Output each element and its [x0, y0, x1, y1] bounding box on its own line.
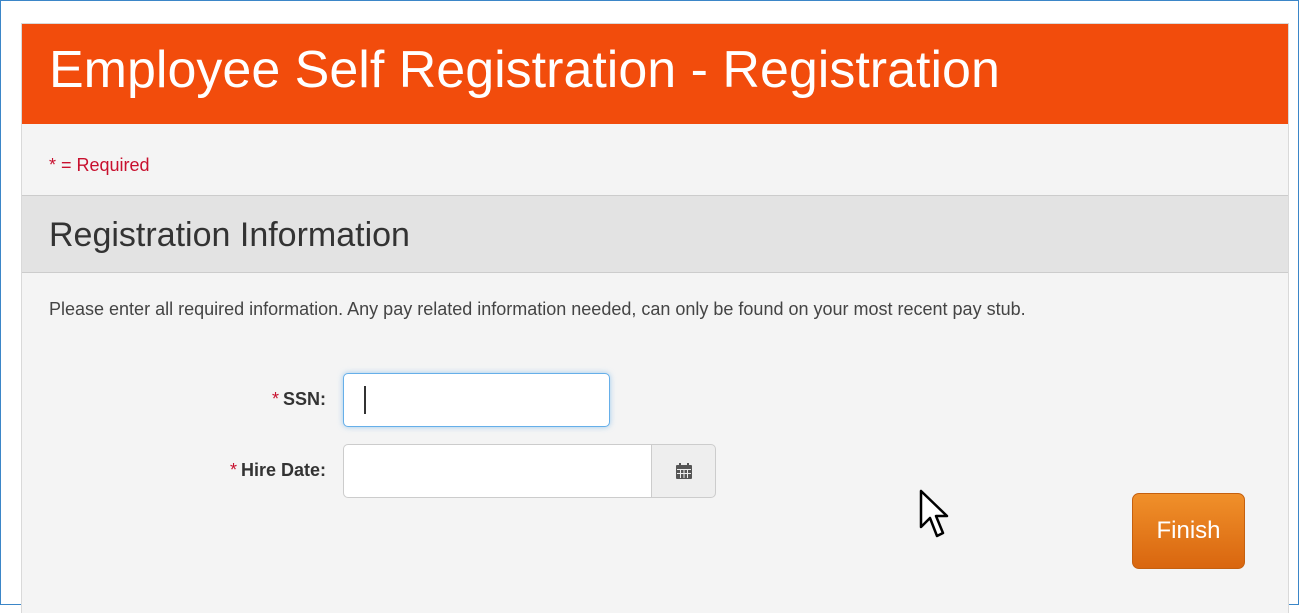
section-header: Registration Information [22, 196, 1288, 273]
hire-date-row: * Hire Date: [1, 444, 1298, 498]
ssn-row: * SSN: [1, 373, 1298, 427]
required-note: * = Required [22, 124, 1288, 196]
mouse-pointer-icon [919, 489, 949, 538]
registration-panel: Employee Self Registration - Registratio… [21, 23, 1289, 613]
instructions-text: Please enter all required information. A… [49, 299, 1026, 319]
page-title: Employee Self Registration - Registratio… [49, 41, 1000, 99]
required-star: * [229, 460, 237, 480]
window-frame: Employee Self Registration - Registratio… [0, 0, 1299, 613]
page-header: Employee Self Registration - Registratio… [22, 24, 1288, 124]
hire-date-group [343, 444, 716, 498]
calendar-icon [675, 463, 692, 479]
hire-date-label: * Hire Date: [230, 460, 326, 481]
finish-button[interactable]: Finish [1132, 493, 1245, 569]
hire-date-input[interactable] [343, 444, 651, 498]
date-picker-button[interactable] [651, 444, 716, 498]
ssn-label-text: SSN: [282, 389, 326, 409]
hire-date-label-text: Hire Date: [240, 460, 326, 480]
ssn-label: * SSN: [272, 389, 326, 410]
text-caret [364, 386, 366, 414]
required-star: * [271, 389, 279, 409]
section-title: Registration Information [49, 216, 410, 254]
ssn-input[interactable] [343, 373, 610, 427]
